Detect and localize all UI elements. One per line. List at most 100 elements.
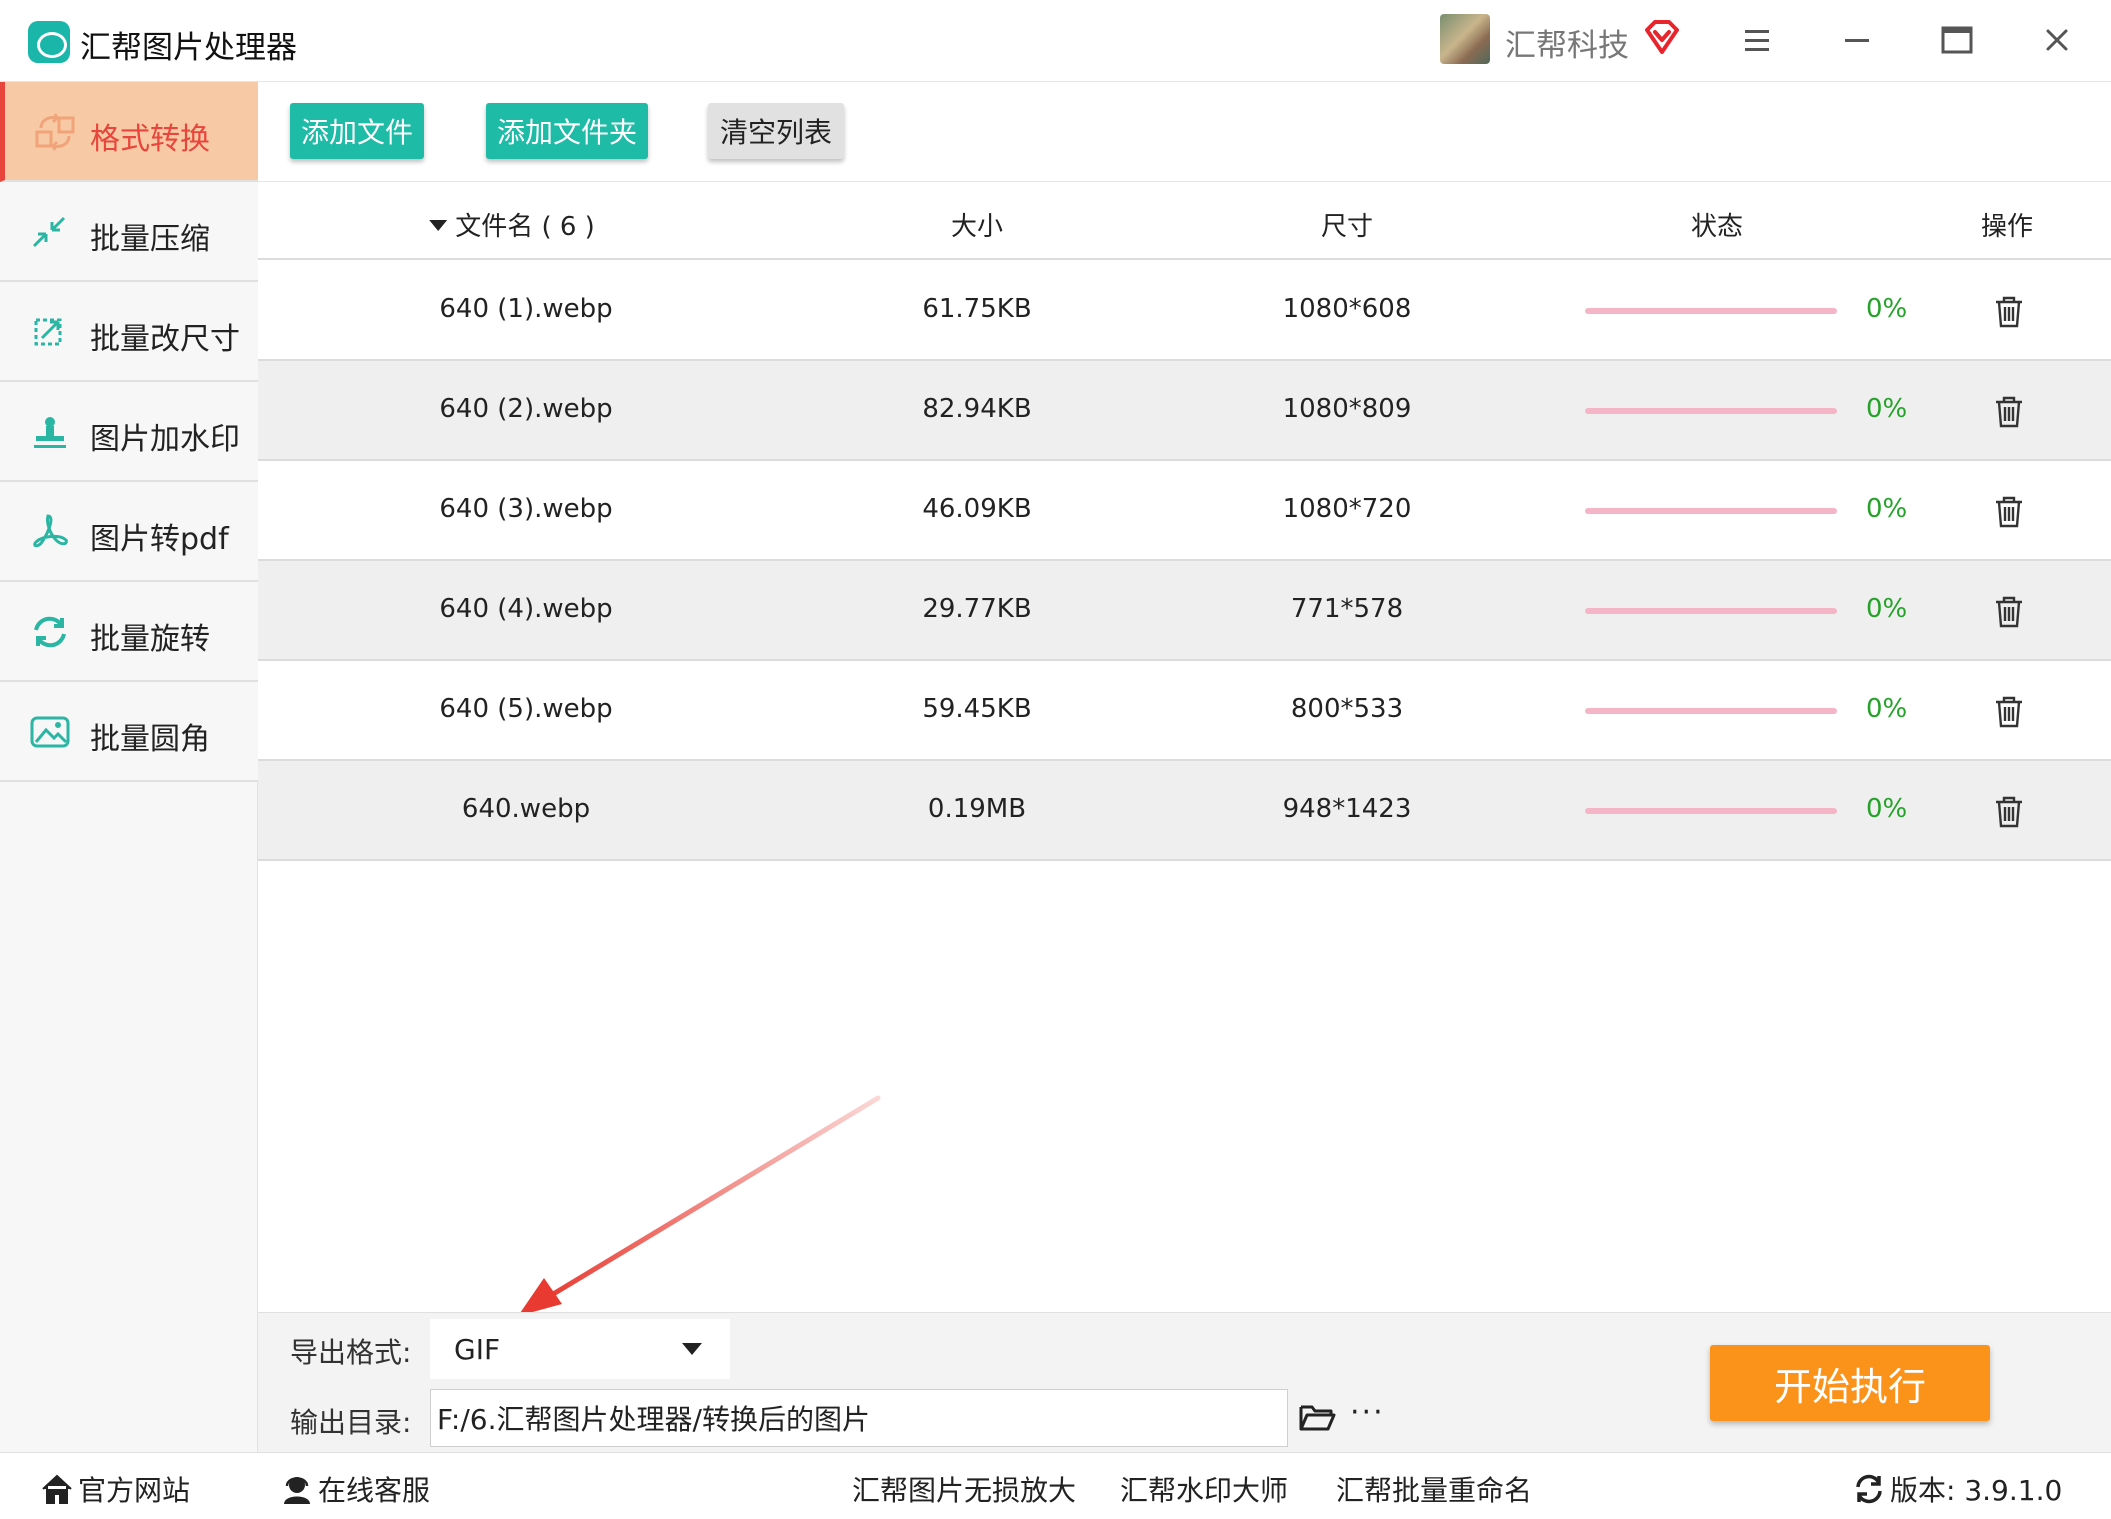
column-header-name[interactable]: 文件名 ( 6 )	[429, 206, 595, 243]
file-dimensions: 1080*809	[1282, 394, 1412, 424]
footer-link-rename[interactable]: 汇帮批量重命名	[1336, 1469, 1532, 1509]
progress-bar	[1585, 308, 1837, 314]
trash-icon[interactable]	[1993, 795, 2025, 829]
sidebar-item-label: 格式转换	[90, 122, 210, 157]
close-icon[interactable]	[2037, 20, 2077, 60]
trash-icon[interactable]	[1993, 495, 2025, 529]
menu-icon[interactable]	[1737, 20, 1777, 60]
file-list: 640 (1).webp 61.75KB 1080*608 0% 640 (2)…	[258, 261, 2111, 861]
app-logo-icon	[28, 21, 70, 63]
table-row[interactable]: 640 (3).webp 46.09KB 1080*720 0%	[258, 461, 2111, 561]
format-label: 导出格式:	[290, 1336, 412, 1369]
progress-percent: 0%	[1866, 394, 1908, 424]
maximize-icon[interactable]	[1937, 20, 1977, 60]
user-name[interactable]: 汇帮科技	[1505, 20, 1629, 65]
start-button[interactable]: 开始执行	[1710, 1345, 1990, 1421]
file-name: 640 (2).webp	[439, 394, 613, 424]
format-value: GIF	[454, 1333, 501, 1366]
sidebar-item-label: 批量旋转	[90, 622, 210, 657]
table-row[interactable]: 640 (5).webp 59.45KB 800*533 0%	[258, 661, 2111, 761]
sidebar-item-format-convert[interactable]: 格式转换	[0, 82, 258, 182]
online-support-link[interactable]: 在线客服	[280, 1469, 430, 1509]
watermark-icon	[34, 417, 66, 448]
sidebar-item-label: 图片转pdf	[90, 522, 229, 557]
sidebar-item-compress[interactable]: 批量压缩	[0, 182, 258, 282]
trash-icon[interactable]	[1993, 695, 2025, 729]
table-row[interactable]: 640 (2).webp 82.94KB 1080*809 0%	[258, 361, 2111, 461]
resize-icon	[34, 318, 62, 346]
footer-link-watermark[interactable]: 汇帮水印大师	[1120, 1469, 1288, 1509]
progress-percent: 0%	[1866, 494, 1908, 524]
sidebar-item-round-corner[interactable]: 批量圆角	[0, 682, 258, 782]
column-header-dimensions: 尺寸	[1320, 212, 1374, 242]
file-name: 640.webp	[461, 794, 591, 824]
pdf-icon	[33, 514, 68, 548]
file-size: 59.45KB	[922, 694, 1032, 724]
sidebar-item-label: 批量压缩	[90, 222, 210, 257]
file-dimensions: 800*533	[1290, 694, 1404, 724]
online-support-label: 在线客服	[318, 1474, 431, 1507]
folder-open-icon[interactable]	[1298, 1401, 1336, 1433]
footer-link-upscale[interactable]: 汇帮图片无损放大	[852, 1469, 1076, 1509]
file-size: 29.77KB	[922, 594, 1032, 624]
add-file-button[interactable]: 添加文件	[290, 103, 424, 159]
user-avatar[interactable]	[1440, 14, 1490, 64]
sidebar-item-label: 图片加水印	[90, 422, 240, 457]
file-name: 640 (3).webp	[439, 494, 613, 524]
version-info[interactable]: 版本: 3.9.1.0	[1852, 1469, 2062, 1509]
column-header-status: 状态	[1690, 212, 1744, 242]
table-row[interactable]: 640 (4).webp 29.77KB 771*578 0%	[258, 561, 2111, 661]
file-name: 640 (4).webp	[439, 594, 613, 624]
progress-percent: 0%	[1866, 294, 1908, 324]
file-dimensions: 771*578	[1290, 594, 1404, 624]
file-dimensions: 948*1423	[1282, 794, 1412, 824]
home-icon	[42, 1474, 72, 1504]
add-folder-button[interactable]: 添加文件夹	[486, 103, 648, 159]
format-select[interactable]: GIF	[430, 1319, 730, 1379]
table-row[interactable]: 640.webp 0.19MB 948*1423 0%	[258, 761, 2111, 861]
clear-list-button[interactable]: 清空列表	[708, 103, 844, 159]
output-dir-input[interactable]	[430, 1389, 1288, 1447]
vip-diamond-icon[interactable]	[1643, 18, 1681, 56]
official-website-link[interactable]: 官方网站	[40, 1469, 190, 1509]
trash-icon[interactable]	[1993, 395, 2025, 429]
progress-percent: 0%	[1866, 694, 1908, 724]
minimize-icon[interactable]	[1837, 20, 1877, 60]
sidebar: 格式转换 批量压缩 批量改尺寸 图片加水印 图片转pdf 批量旋转 批量圆角	[0, 82, 258, 1452]
column-header-action: 操作	[1980, 212, 2034, 242]
progress-bar	[1585, 608, 1837, 614]
app-title: 汇帮图片处理器	[80, 30, 297, 66]
trash-icon[interactable]	[1993, 595, 2025, 629]
rotate-icon	[34, 616, 66, 648]
file-dimensions: 1080*720	[1282, 494, 1412, 524]
title-bar: 汇帮图片处理器 汇帮科技	[0, 0, 2111, 82]
sidebar-item-rotate[interactable]: 批量旋转	[0, 582, 258, 682]
sidebar-item-resize[interactable]: 批量改尺寸	[0, 282, 258, 382]
support-agent-icon	[284, 1477, 310, 1504]
sidebar-item-watermark[interactable]: 图片加水印	[0, 382, 258, 482]
round-corner-icon	[30, 716, 70, 748]
table-row[interactable]: 640 (1).webp 61.75KB 1080*608 0%	[258, 261, 2111, 361]
file-size: 82.94KB	[922, 394, 1032, 424]
file-name: 640 (1).webp	[439, 294, 613, 324]
dir-label: 输出目录:	[290, 1406, 412, 1439]
compress-icon	[32, 216, 66, 248]
file-size: 46.09KB	[922, 494, 1032, 524]
more-options-icon[interactable]: ···	[1350, 1398, 1390, 1433]
sort-down-icon	[429, 220, 448, 231]
annotation-arrow-icon	[518, 1095, 881, 1316]
progress-bar	[1585, 808, 1837, 814]
sidebar-item-to-pdf[interactable]: 图片转pdf	[0, 482, 258, 582]
progress-bar	[1585, 408, 1837, 414]
format-convert-icon	[35, 113, 75, 151]
file-name: 640 (5).webp	[439, 694, 613, 724]
footer: 官方网站 在线客服 汇帮图片无损放大 汇帮水印大师 汇帮批量重命名 版本: 3.…	[0, 1452, 2111, 1519]
progress-bar	[1585, 508, 1837, 514]
trash-icon[interactable]	[1993, 295, 2025, 329]
column-header-size: 大小	[950, 212, 1004, 242]
file-table-header: 文件名 ( 6 ) 大小 尺寸 状态 操作	[258, 182, 2111, 260]
file-dimensions: 1080*608	[1282, 294, 1412, 324]
sidebar-item-label: 批量改尺寸	[90, 322, 240, 357]
progress-percent: 0%	[1866, 794, 1908, 824]
refresh-icon	[1856, 1474, 1882, 1504]
